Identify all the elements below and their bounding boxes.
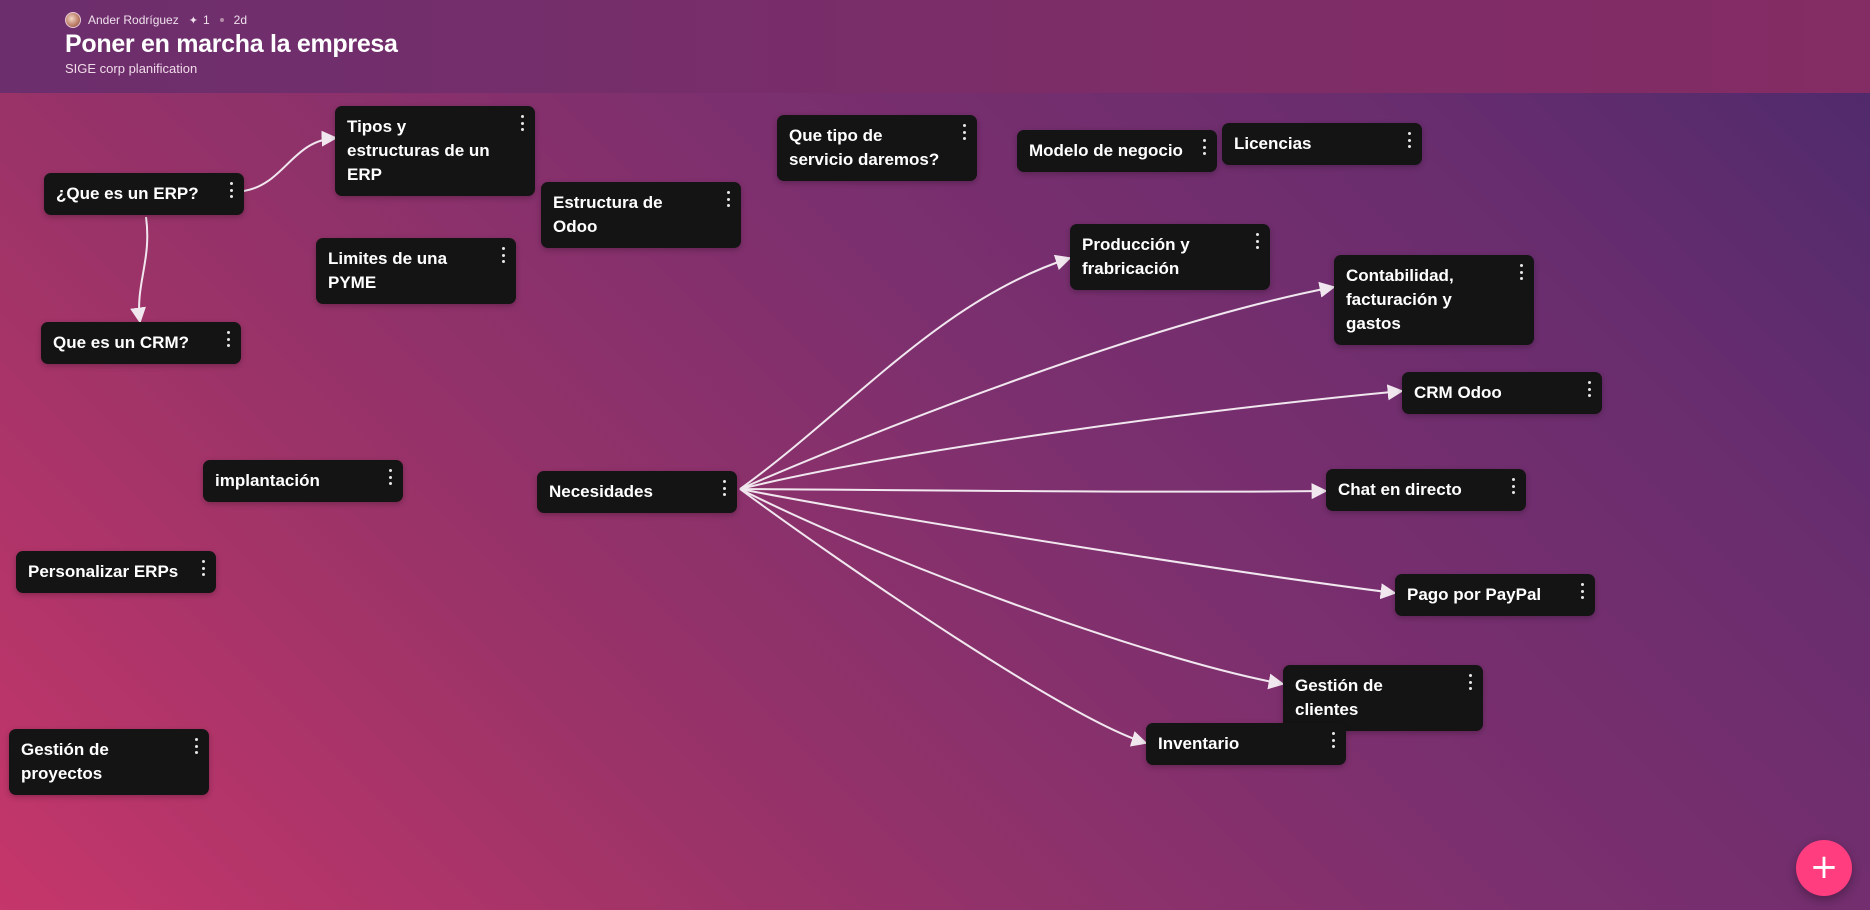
card-label: Inventario (1158, 734, 1240, 753)
more-options-icon[interactable] (1577, 583, 1587, 599)
more-options-icon[interactable] (723, 191, 733, 207)
card-gestion-clientes[interactable]: Gestión de clientes (1283, 665, 1483, 731)
card-label: Modelo de negocio (1029, 141, 1183, 160)
edge-necesidades-to-chat (739, 483, 1328, 500)
more-options-icon[interactable] (1404, 132, 1414, 148)
card-label: Limites de una PYME (328, 249, 448, 292)
card-chat-directo[interactable]: Chat en directo (1326, 469, 1526, 511)
card-label: Licencias (1234, 134, 1312, 153)
card-label: Gestión de proyectos (21, 740, 109, 783)
card-contabilidad[interactable]: Contabilidad, facturación y gastos (1334, 255, 1534, 345)
card-label: Pago por PayPal (1407, 585, 1542, 604)
card-label: CRM Odoo (1414, 383, 1502, 402)
more-options-icon[interactable] (1508, 478, 1518, 494)
edge-necesidades-to-clientes (739, 488, 1285, 690)
more-options-icon[interactable] (1328, 732, 1338, 748)
card-label: Gestión de clientes (1295, 676, 1383, 719)
more-options-icon[interactable] (223, 331, 233, 347)
more-options-icon[interactable] (1252, 233, 1262, 249)
more-options-icon[interactable] (498, 247, 508, 263)
card-label: Que tipo de servicio daremos? (789, 126, 940, 169)
card-estructura-odoo[interactable]: Estructura de Odoo (541, 182, 741, 248)
more-options-icon[interactable] (191, 738, 201, 754)
edge-necesidades-to-paypal (739, 488, 1397, 600)
card-crm-odoo[interactable]: CRM Odoo (1402, 372, 1602, 414)
more-options-icon[interactable] (198, 560, 208, 576)
card-label: Necesidades (549, 482, 653, 501)
mindmap-canvas[interactable]: ¿Que es un ERP? Tipos y estructuras de u… (0, 0, 1870, 910)
card-personalizar-erps[interactable]: Personalizar ERPs (16, 551, 216, 593)
card-label: Chat en directo (1338, 480, 1462, 499)
more-options-icon[interactable] (719, 480, 729, 496)
card-label: ¿Que es un ERP? (56, 184, 199, 203)
card-que-es-crm[interactable]: Que es un CRM? (41, 322, 241, 364)
plus-icon: + (1809, 847, 1839, 887)
card-necesidades[interactable]: Necesidades (537, 471, 737, 513)
edge-erp-to-tipos (243, 130, 338, 192)
edge-necesidades-to-crm-odoo (739, 384, 1404, 490)
edge-necesidades-to-contabilidad (739, 281, 1336, 490)
card-label: Producción y frabricación (1082, 235, 1190, 278)
more-options-icon[interactable] (226, 182, 236, 198)
more-options-icon[interactable] (1465, 674, 1475, 690)
more-options-icon[interactable] (1199, 139, 1209, 155)
card-inventario[interactable]: Inventario (1146, 723, 1346, 765)
card-pago-paypal[interactable]: Pago por PayPal (1395, 574, 1595, 616)
card-label: Estructura de Odoo (553, 193, 663, 236)
card-licencias[interactable]: Licencias (1222, 123, 1422, 165)
edge-necesidades-to-produccion (739, 254, 1072, 490)
edge-erp-to-crm (130, 216, 149, 324)
card-tipo-servicio[interactable]: Que tipo de servicio daremos? (777, 115, 977, 181)
more-options-icon[interactable] (1584, 381, 1594, 397)
card-label: Tipos y estructuras de un ERP (347, 117, 490, 184)
card-modelo-negocio[interactable]: Modelo de negocio (1017, 130, 1217, 172)
card-implantacion[interactable]: implantación (203, 460, 403, 502)
card-label: implantación (215, 471, 320, 490)
card-label: Que es un CRM? (53, 333, 190, 352)
add-card-button[interactable]: + (1796, 840, 1852, 896)
edge-necesidades-to-inventario (739, 488, 1148, 747)
card-label: Personalizar ERPs (28, 562, 179, 581)
card-produccion[interactable]: Producción y frabricación (1070, 224, 1270, 290)
card-que-es-erp[interactable]: ¿Que es un ERP? (44, 173, 244, 215)
more-options-icon[interactable] (1516, 264, 1526, 280)
card-label: Contabilidad, facturación y gastos (1346, 266, 1454, 333)
more-options-icon[interactable] (385, 469, 395, 485)
card-limites-pyme[interactable]: Limites de una PYME (316, 238, 516, 304)
more-options-icon[interactable] (959, 124, 969, 140)
more-options-icon[interactable] (517, 115, 527, 131)
card-gestion-proyectos[interactable]: Gestión de proyectos (9, 729, 209, 795)
card-tipos-erp[interactable]: Tipos y estructuras de un ERP (335, 106, 535, 196)
